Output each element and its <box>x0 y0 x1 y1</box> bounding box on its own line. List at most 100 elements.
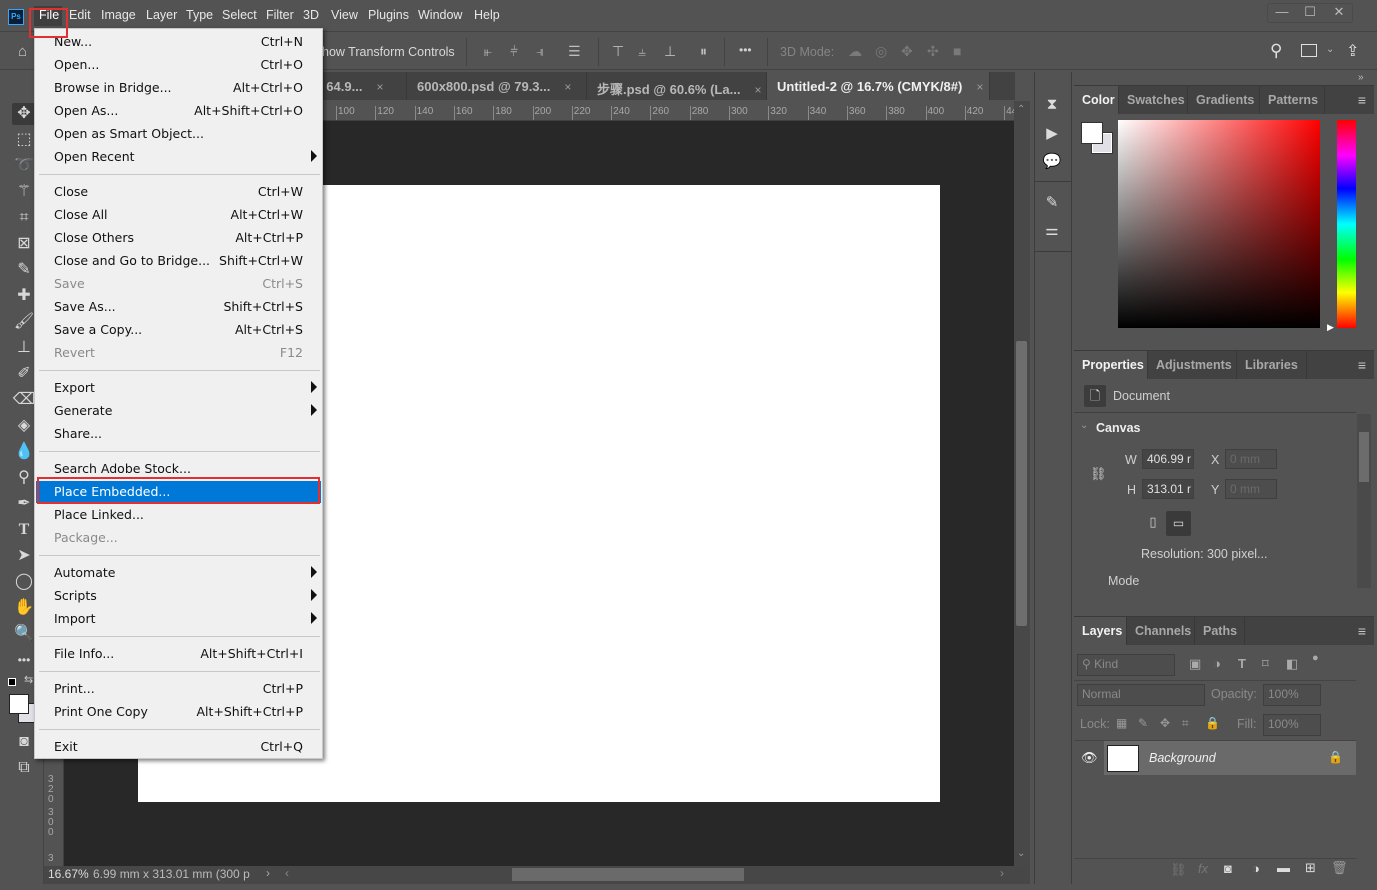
lock-position-icon[interactable]: ✥ <box>1160 716 1170 730</box>
menu-item-close[interactable]: Close Ctrl+W <box>36 181 321 203</box>
distribute-icon[interactable]: ☰ <box>568 43 581 60</box>
layer-lock-icon[interactable]: 🔒 <box>1328 750 1343 764</box>
menu-item-close-and-go-to-bridge[interactable]: Close and Go to Bridge... Shift+Ctrl+W <box>36 250 321 272</box>
menu-item-close-others[interactable]: Close Others Alt+Ctrl+P <box>36 227 321 249</box>
3d-slide-icon[interactable]: ✣ <box>927 43 939 60</box>
status-menu-arrow[interactable]: › <box>266 866 270 880</box>
new-layer-icon[interactable]: ⊞ <box>1305 860 1316 876</box>
hue-slider-handle[interactable]: ▶ <box>1327 322 1334 333</box>
tab-properties[interactable]: Properties <box>1074 351 1148 379</box>
tab-paths[interactable]: Paths <box>1195 617 1245 645</box>
menu-3d[interactable]: 3D <box>303 8 319 22</box>
default-colors-icon[interactable] <box>8 678 16 686</box>
menu-item-open-as[interactable]: Open As... Alt+Shift+Ctrl+O <box>36 100 321 122</box>
tab-steps-psd[interactable]: 步骤.psd @ 60.6% (La... × <box>587 72 767 100</box>
tab-libraries[interactable]: Libraries <box>1237 351 1307 379</box>
align-left-icon[interactable]: ⫦ <box>484 43 492 60</box>
share-icon[interactable]: ⇪ <box>1346 41 1359 61</box>
align-bottom-icon[interactable]: ⊥ <box>664 43 676 60</box>
layer-name[interactable]: Background <box>1149 751 1216 765</box>
panel-menu-icon[interactable]: ≡ <box>1358 92 1366 108</box>
tab-color[interactable]: Color <box>1074 86 1119 114</box>
brush-tool-icon[interactable]: 🖌 <box>12 311 36 333</box>
canvas-section-title[interactable]: Canvas <box>1096 421 1140 435</box>
menu-item-open[interactable]: Open... Ctrl+O <box>36 54 321 76</box>
chevron-down-icon[interactable]: ⌄ <box>1326 44 1334 55</box>
type-tool-icon[interactable]: T <box>12 519 36 541</box>
menu-item-generate[interactable]: Generate <box>36 400 321 422</box>
menu-image[interactable]: Image <box>101 8 136 22</box>
blend-mode-select[interactable]: Normal <box>1077 684 1205 706</box>
healing-brush-tool-icon[interactable]: ✚ <box>12 285 36 307</box>
path-selection-tool-icon[interactable]: ➤ <box>12 545 36 567</box>
lasso-tool-icon[interactable]: ➰ <box>12 155 36 177</box>
lock-all-icon[interactable]: 🔒 <box>1205 716 1220 730</box>
close-button[interactable]: ✕ <box>1325 4 1353 22</box>
menu-item-browse-in-bridge[interactable]: Browse in Bridge... Alt+Ctrl+O <box>36 77 321 99</box>
3d-pan-icon[interactable]: ✥ <box>901 43 913 60</box>
menu-item-scripts[interactable]: Scripts <box>36 585 321 607</box>
3d-orbit-icon[interactable]: ☁ <box>848 43 862 60</box>
menu-select[interactable]: Select <box>222 8 257 22</box>
tab-gradients[interactable]: Gradients <box>1188 86 1260 114</box>
menu-window[interactable]: Window <box>418 8 462 22</box>
menu-item-file-info[interactable]: File Info... Alt+Shift+Ctrl+I <box>36 643 321 665</box>
expand-panels-icon[interactable]: » <box>1358 72 1364 83</box>
tab-600x800[interactable]: 600x800.psd @ 79.3... × <box>407 72 587 100</box>
menu-edit[interactable]: Edit <box>69 8 91 22</box>
menu-item-print-one-copy[interactable]: Print One Copy Alt+Shift+Ctrl+P <box>36 701 321 723</box>
actions-play-icon[interactable]: ▶ <box>1040 124 1064 146</box>
menu-item-import[interactable]: Import <box>36 608 321 630</box>
menu-item-open-recent[interactable]: Open Recent <box>36 146 321 168</box>
blur-tool-icon[interactable]: 💧 <box>12 441 36 463</box>
properties-scrollbar-thumb[interactable] <box>1359 432 1369 482</box>
maximize-button[interactable]: ☐ <box>1296 4 1324 22</box>
dodge-tool-icon[interactable]: ⚲ <box>12 467 36 489</box>
adjustment-presets-icon[interactable]: ⚌ <box>1040 221 1064 243</box>
menu-item-save-as[interactable]: Save As... Shift+Ctrl+S <box>36 296 321 318</box>
3d-roll-icon[interactable]: ◎ <box>875 43 887 60</box>
menu-item-export[interactable]: Export <box>36 377 321 399</box>
menu-item-close-all[interactable]: Close All Alt+Ctrl+W <box>36 204 321 226</box>
history-brush-tool-icon[interactable]: ✐ <box>12 363 36 385</box>
landscape-orientation-icon[interactable]: ▭ <box>1166 511 1191 536</box>
more-options-button[interactable]: ••• <box>739 43 752 57</box>
lock-transparent-icon[interactable]: ▦ <box>1116 716 1127 730</box>
align-center-icon[interactable]: ⫩ <box>510 43 518 60</box>
edit-toolbar-icon[interactable]: ••• <box>12 649 36 671</box>
hand-tool-icon[interactable]: ✋ <box>12 597 36 619</box>
tab-patterns[interactable]: Patterns <box>1260 86 1325 114</box>
tab-adjustments[interactable]: Adjustments <box>1148 351 1237 379</box>
lock-artboard-icon[interactable]: ⌗ <box>1182 716 1189 731</box>
link-icon[interactable]: ⛓ <box>1090 466 1107 482</box>
portrait-orientation-icon[interactable]: ▯ <box>1145 514 1161 534</box>
magic-wand-tool-icon[interactable]: ⚚ <box>12 181 36 203</box>
foreground-color-chip[interactable] <box>1081 122 1103 144</box>
tab-layers[interactable]: Layers <box>1074 617 1127 645</box>
3d-scale-icon[interactable]: ■ <box>953 43 961 59</box>
menu-item-automate[interactable]: Automate <box>36 562 321 584</box>
fill-input[interactable]: 100% <box>1263 714 1321 736</box>
new-group-icon[interactable]: ▬ <box>1277 860 1290 875</box>
visibility-eye-icon[interactable]: 👁 <box>1081 750 1098 766</box>
add-mask-icon[interactable]: ◙ <box>1224 861 1232 876</box>
height-input[interactable]: 313.01 r <box>1142 479 1194 499</box>
quick-mask-icon[interactable]: ◙ <box>12 731 36 753</box>
comments-icon[interactable]: 💬 <box>1040 152 1064 174</box>
zoom-level[interactable]: 16.67% <box>48 867 89 881</box>
align-top-icon[interactable]: ⊤ <box>612 43 624 60</box>
home-icon[interactable]: ⌂ <box>18 43 27 60</box>
lock-pixels-icon[interactable]: ✎ <box>1138 716 1148 730</box>
menu-item-exit[interactable]: Exit Ctrl+Q <box>36 736 321 758</box>
filter-toggle-icon[interactable]: ● <box>1312 652 1319 664</box>
close-tab-icon[interactable]: × <box>564 80 571 94</box>
menu-item-new[interactable]: New... Ctrl+N <box>36 31 321 53</box>
zoom-tool-icon[interactable]: 🔍 <box>12 623 36 645</box>
minimize-button[interactable]: — <box>1268 4 1296 22</box>
eyedropper-tool-icon[interactable]: ✎ <box>12 259 36 281</box>
close-tab-icon[interactable]: × <box>376 80 383 94</box>
menu-filter[interactable]: Filter <box>266 8 294 22</box>
menu-plugins[interactable]: Plugins <box>368 8 409 22</box>
foreground-color-swatch[interactable] <box>9 694 29 714</box>
color-field[interactable] <box>1118 120 1320 328</box>
